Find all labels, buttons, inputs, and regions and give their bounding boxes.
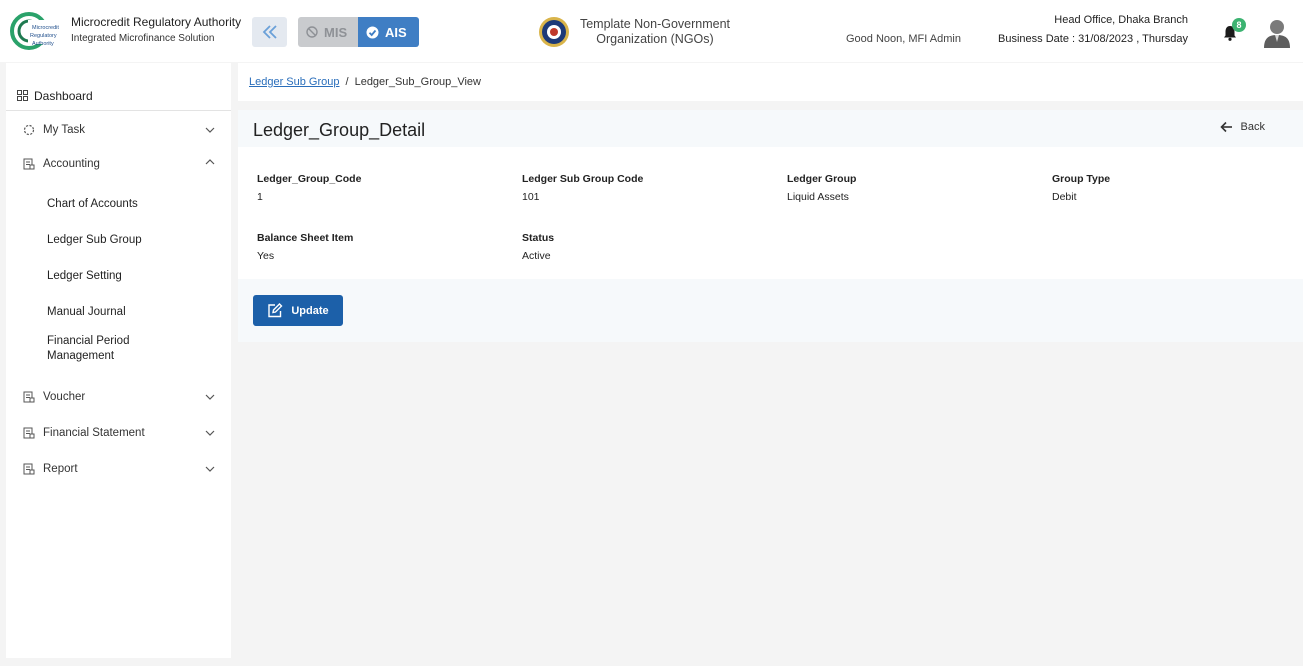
breadcrumb-link-ledger-sub-group[interactable]: Ledger Sub Group — [249, 76, 340, 88]
dashboard-label: Dashboard — [34, 88, 93, 103]
ban-icon — [306, 26, 318, 38]
business-date: Business Date : 31/08/2023 , Thursday — [998, 33, 1188, 45]
ais-label: AIS — [385, 24, 407, 40]
sidebar-subitem-ledger-setting[interactable]: Ledger Setting — [47, 269, 122, 284]
ledger-icon — [23, 463, 35, 475]
detail-card-header: Ledger_Group_Detail Back — [238, 110, 1303, 147]
financial-statement-label: Financial Statement — [43, 427, 145, 439]
voucher-label: Voucher — [43, 391, 86, 403]
update-button[interactable]: Update — [253, 295, 343, 326]
edit-icon — [268, 303, 283, 318]
sidebar-subitem-financial-period-management[interactable]: Financial Period Management — [47, 334, 167, 364]
ledger-icon — [23, 391, 35, 403]
sidebar-subitem-ledger-sub-group[interactable]: Ledger Sub Group — [47, 233, 142, 248]
field-value: Active — [522, 250, 551, 262]
field-balance-sheet-item: Balance Sheet Item Yes — [257, 232, 353, 262]
chevron-up-icon — [205, 159, 215, 165]
breadcrumb-separator: / — [345, 76, 349, 88]
field-label: Status — [522, 232, 555, 244]
sidebar-item-report[interactable]: Report — [6, 457, 231, 481]
sidebar: Dashboard My Task Accounting Chart of Ac… — [6, 63, 231, 658]
module-switch: MIS AIS — [298, 17, 419, 47]
ledger-icon — [23, 158, 35, 170]
field-label: Balance Sheet Item — [257, 232, 354, 244]
field-label: Ledger Sub Group Code — [522, 173, 644, 185]
top-header: Microcredit Regulatory Authority Microcr… — [0, 0, 1303, 62]
detail-card-body: Ledger_Group_Code 1 Ledger Sub Group Cod… — [238, 147, 1303, 279]
sidebar-subitem-manual-journal[interactable]: Manual Journal — [47, 305, 126, 320]
double-chevron-left-icon — [262, 25, 277, 39]
my-task-label: My Task — [43, 124, 85, 136]
breadcrumb: Ledger Sub Group / Ledger_Sub_Group_View — [238, 63, 1303, 101]
ledger-icon — [23, 427, 35, 439]
notification-badge: 8 — [1232, 18, 1246, 32]
organization-name: Template Non-Government Organization (NG… — [572, 17, 738, 47]
field-label: Ledger_Group_Code — [257, 173, 362, 185]
sidebar-subitem-chart-of-accounts[interactable]: Chart of Accounts — [47, 197, 138, 212]
mis-label: MIS — [324, 24, 348, 40]
user-greeting: Good Noon, MFI Admin — [846, 33, 961, 45]
report-label: Report — [43, 463, 78, 475]
sidebar-item-voucher[interactable]: Voucher — [6, 385, 231, 409]
field-value: 101 — [522, 191, 540, 203]
collapse-sidebar-button[interactable] — [252, 17, 287, 47]
circle-dashed-icon — [23, 124, 35, 136]
field-status: Status Active — [522, 232, 554, 262]
org-name-line-2: Organization (NGOs) — [596, 32, 714, 46]
field-ledger-group: Ledger Group Liquid Assets — [787, 173, 856, 203]
field-value: 1 — [257, 191, 263, 203]
page-title: Ledger_Group_Detail — [253, 120, 426, 140]
org-name-line-1: Template Non-Government — [579, 17, 731, 31]
breadcrumb-current: Ledger_Sub_Group_View — [354, 76, 481, 88]
field-label: Ledger Group — [787, 173, 857, 185]
field-ledger-group-code: Ledger_Group_Code 1 — [257, 173, 361, 203]
update-label: Update — [291, 304, 329, 317]
chevron-down-icon — [205, 466, 215, 472]
detail-card-footer: Update — [238, 279, 1303, 342]
sidebar-item-financial-statement[interactable]: Financial Statement — [6, 421, 231, 445]
sidebar-item-dashboard[interactable]: Dashboard — [6, 81, 231, 111]
field-label: Group Type — [1052, 173, 1111, 185]
sidebar-item-my-task[interactable]: My Task — [6, 118, 231, 142]
field-value: Debit — [1052, 191, 1077, 203]
field-ledger-sub-group-code: Ledger Sub Group Code 101 — [522, 173, 643, 203]
arrow-left-icon — [1219, 121, 1232, 133]
user-avatar-icon[interactable] — [1263, 18, 1291, 48]
back-label: Back — [1240, 121, 1265, 133]
sidebar-item-accounting[interactable]: Accounting — [6, 152, 231, 176]
government-seal-icon — [539, 17, 569, 47]
field-value: Liquid Assets — [787, 191, 849, 203]
back-button[interactable]: Back — [1219, 121, 1265, 133]
branch-name: Head Office, Dhaka Branch — [1054, 14, 1188, 26]
svg-text:Authority: Authority — [32, 41, 54, 47]
mis-mode-button[interactable]: MIS — [298, 17, 358, 47]
chevron-down-icon — [205, 394, 215, 400]
chevron-down-icon — [205, 127, 215, 133]
accounting-label: Accounting — [43, 158, 100, 170]
chevron-down-icon — [205, 430, 215, 436]
mra-logo: Microcredit Regulatory Authority — [10, 12, 64, 50]
field-group-type: Group Type Debit — [1052, 173, 1110, 203]
check-circle-icon — [366, 26, 379, 38]
grid-icon — [17, 90, 28, 101]
brand-subtitle: Integrated Microfinance Solution — [71, 33, 215, 44]
svg-text:Microcredit: Microcredit — [32, 25, 59, 31]
brand-title: Microcredit Regulatory Authority — [71, 15, 242, 29]
field-value: Yes — [257, 250, 275, 262]
ais-mode-button[interactable]: AIS — [358, 17, 419, 47]
svg-text:Regulatory: Regulatory — [30, 33, 57, 39]
